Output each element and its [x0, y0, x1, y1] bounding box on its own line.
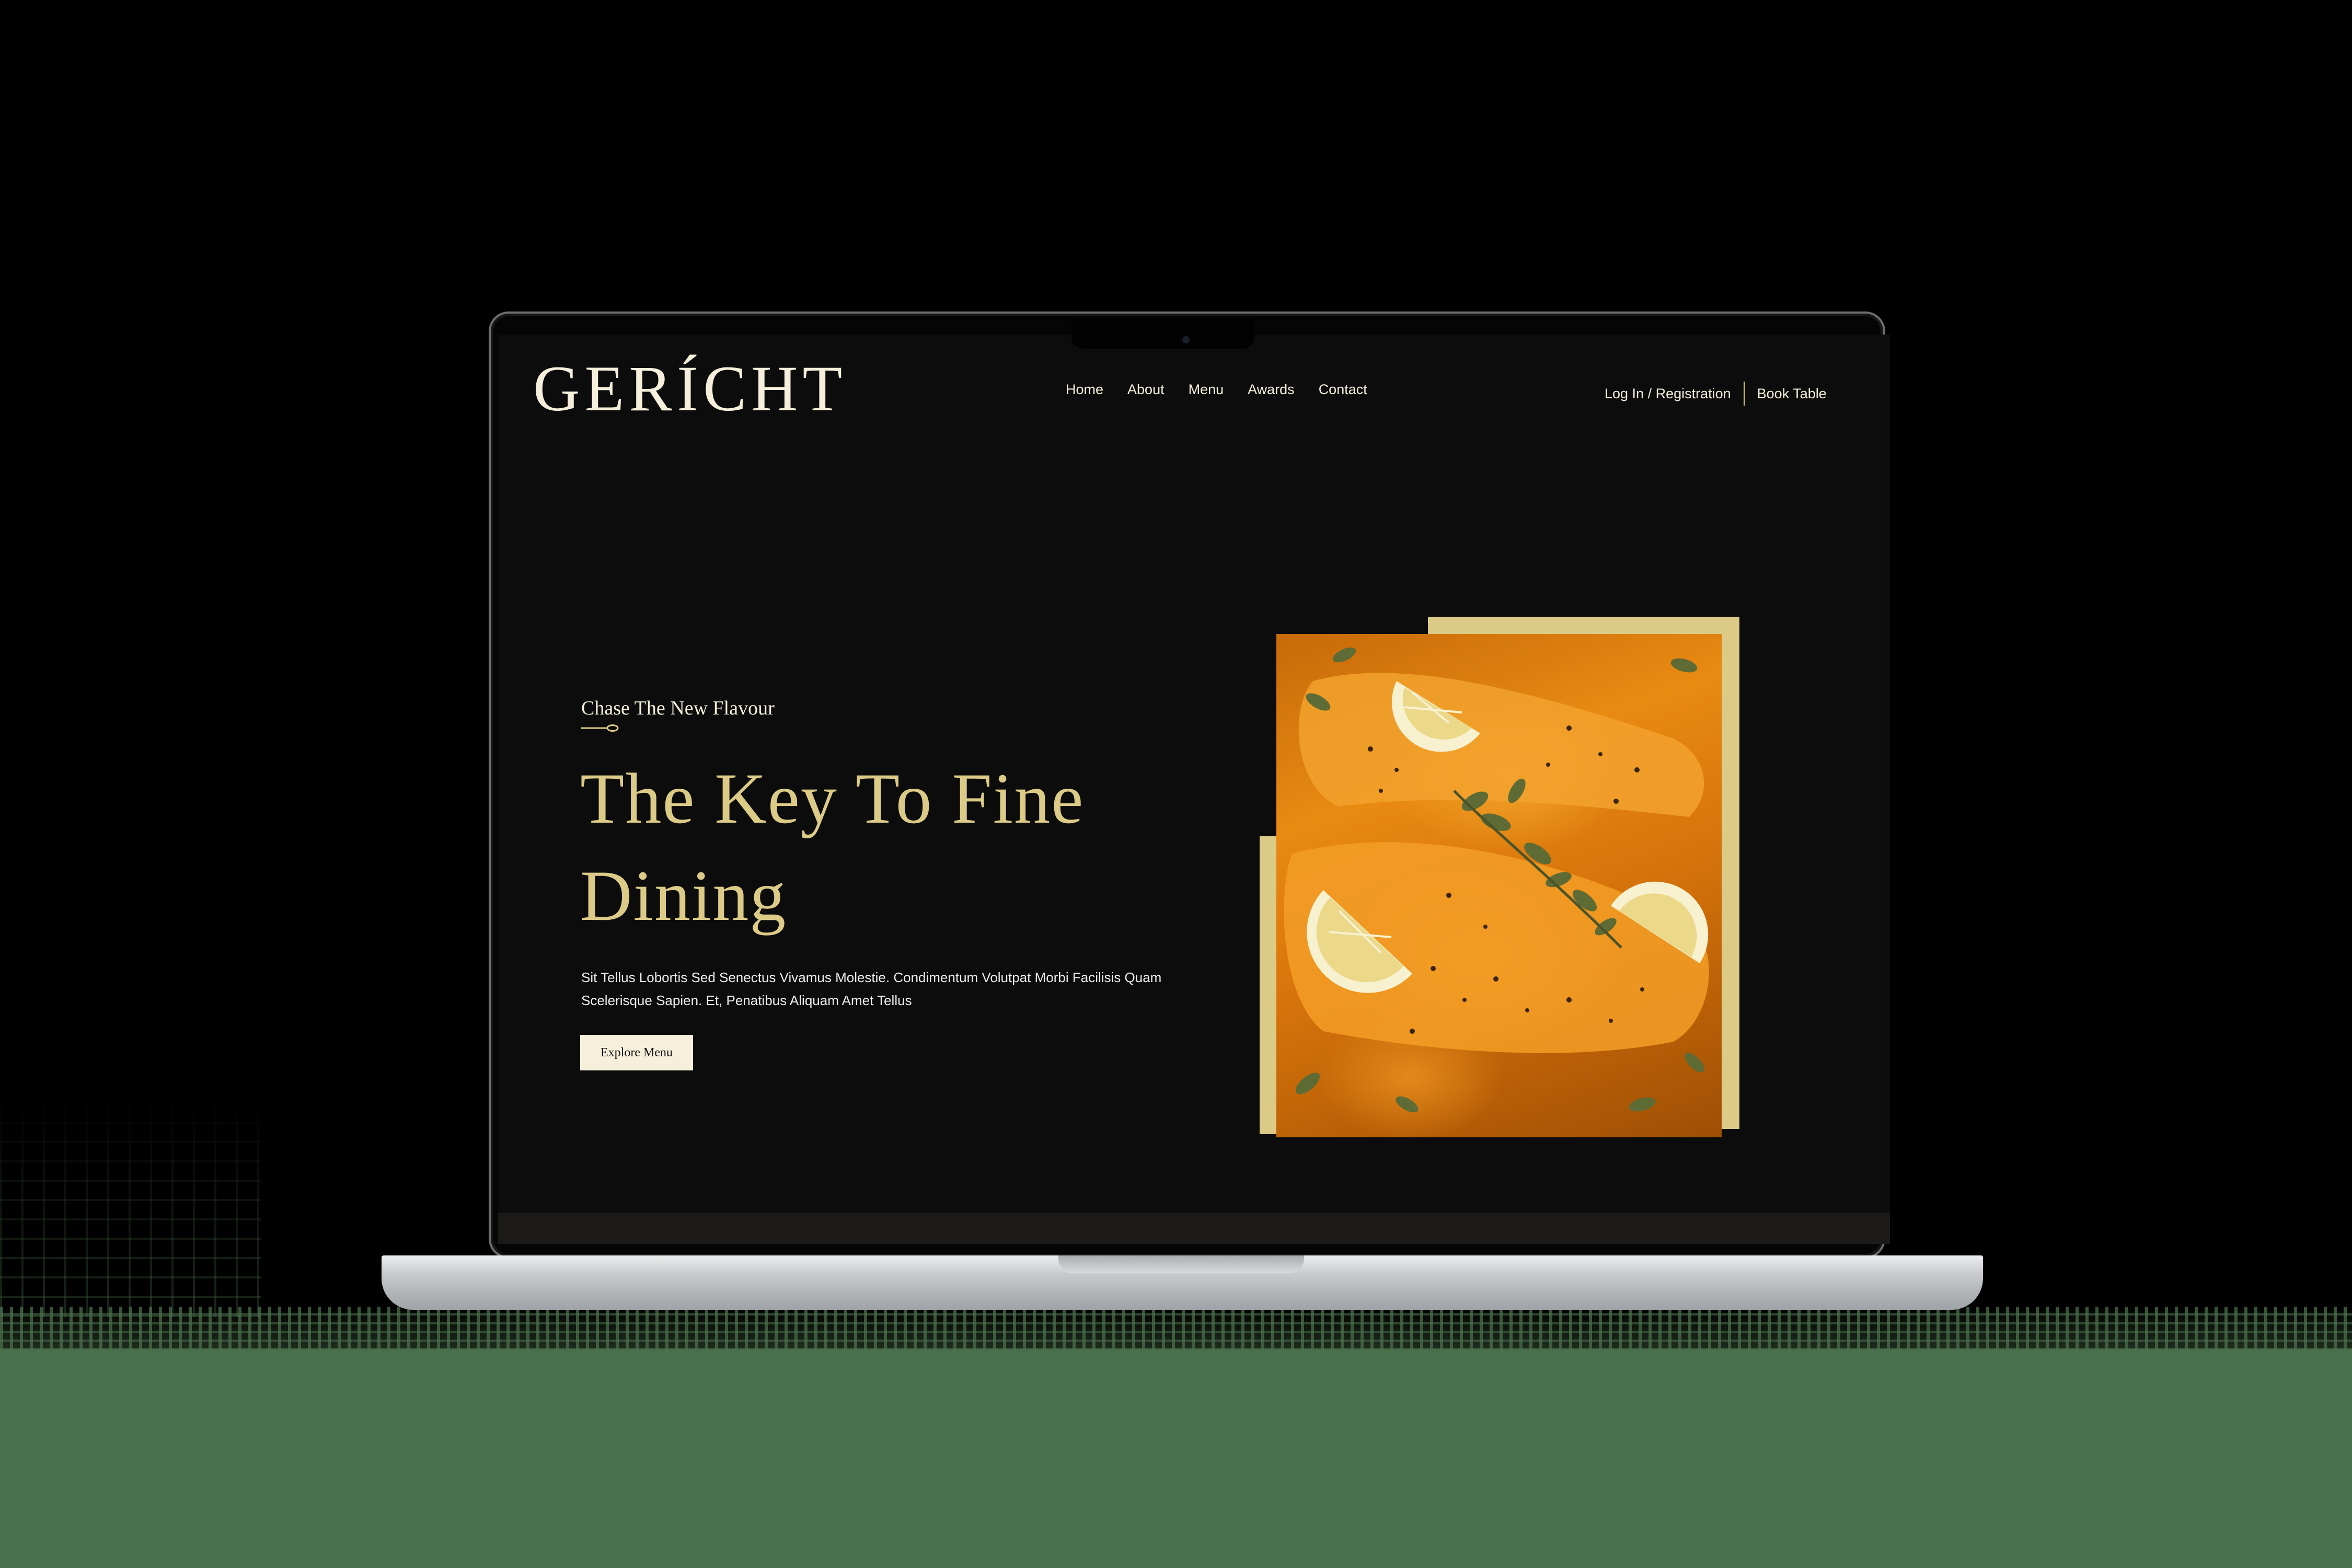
login-registration-link[interactable]: Log In / Registration: [1605, 386, 1731, 402]
hero-title: The Key To Fine Dining: [580, 758, 1085, 936]
camera-icon: [1182, 336, 1190, 343]
backdrop-noise: [0, 1307, 2352, 1396]
book-table-link[interactable]: Book Table: [1757, 386, 1827, 402]
nav-contact-link[interactable]: Contact: [1319, 382, 1367, 398]
main-nav: Home About Menu Awards Contact: [1066, 382, 1367, 398]
nav-about-link[interactable]: About: [1127, 382, 1165, 398]
screen-bottom-bezel: [498, 1213, 1890, 1244]
explore-menu-button[interactable]: Explore Menu: [580, 1035, 693, 1070]
laptop-opening-notch: [1058, 1255, 1304, 1273]
site-logo[interactable]: GERÍCHT: [533, 356, 847, 421]
nav-awards-link[interactable]: Awards: [1248, 382, 1295, 398]
nav-divider: [1743, 382, 1745, 406]
hero-subtitle: Chase The New Flavour: [581, 697, 775, 719]
salmon-dish-image: [1276, 634, 1722, 1137]
nav-menu-link[interactable]: Menu: [1189, 382, 1224, 398]
camera-notch: [1071, 318, 1254, 349]
salmon-dish-illustration: [1284, 647, 1709, 1113]
nav-home-link[interactable]: Home: [1066, 382, 1103, 398]
backdrop-speckle: [0, 1098, 261, 1317]
spoon-icon: [581, 724, 619, 732]
hero-description: Sit Tellus Lobortis Sed Senectus Vivamus…: [581, 970, 1162, 1008]
nav-account-area: Log In / Registration Book Table: [1605, 382, 1827, 406]
website-screen: GERÍCHT Home About Menu Awards Contact L…: [498, 335, 1890, 1244]
